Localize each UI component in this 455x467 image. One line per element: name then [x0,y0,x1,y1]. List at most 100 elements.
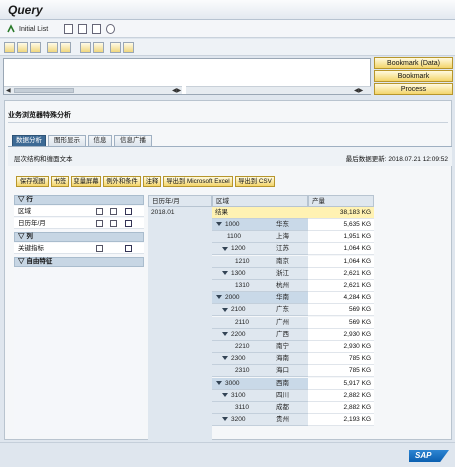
region-name: 杭州 [276,282,289,289]
expand-triangle-icon[interactable] [216,380,222,385]
expand-triangle-icon[interactable] [216,295,222,300]
redo-icon[interactable] [60,42,71,53]
bookmark-button[interactable]: Bookmark [374,70,453,82]
region-name: 海南 [276,355,289,363]
undo-icon[interactable] [47,42,58,53]
print-icon[interactable] [123,42,134,53]
horizontal-scrollbar-left[interactable] [4,86,182,94]
find-icon[interactable] [80,42,91,53]
expand-triangle-icon[interactable] [222,246,228,251]
region-cell[interactable]: 1000 华东 [212,219,308,231]
scroll-right-icon[interactable]: ◀▶ [172,87,181,94]
region-code: 3000 [216,378,239,389]
region-code-text: 2110 [235,318,249,326]
save-view-button[interactable]: 保存视图 [16,176,49,187]
region-cell[interactable]: 3000 西南 [212,377,308,390]
expand-triangle-icon[interactable] [216,222,222,227]
deselect-icon[interactable] [17,42,28,53]
settings-icon[interactable] [106,24,115,34]
expand-triangle-icon[interactable] [222,356,228,361]
region-code-text: 3110 [235,404,249,411]
export-excel-button[interactable]: 导出到 Microsoft Excel [163,176,233,187]
swap-icon[interactable] [110,208,117,215]
col-header-region[interactable]: 区域 [212,195,308,207]
title-bar: Query [0,0,455,20]
region-cell[interactable]: 1200 江苏 [212,243,308,256]
columns-header[interactable]: ▽ 列 [14,232,144,242]
initial-list-button[interactable]: Initial List [6,23,48,35]
expand-triangle-icon[interactable] [222,307,228,312]
tab-broadcast[interactable]: 信息广播 [114,135,152,146]
region-code-text: 1200 [231,245,246,253]
region-name: 贵州 [276,416,289,424]
expand-triangle-icon[interactable] [222,417,228,422]
nav-row-calendar[interactable]: 日历年/月 [14,218,144,229]
rows-header-label: 行 [26,196,33,203]
region-cell[interactable]: 2100 广东 [212,304,308,317]
process-button[interactable]: Process [374,83,453,95]
expand-triangle-icon[interactable] [222,332,228,337]
region-cell[interactable]: 3100 四川 [212,389,308,402]
tab-info[interactable]: 信息 [88,135,112,146]
tab-data-analysis[interactable]: 数据分析 [12,135,46,146]
region-code: 2000 [216,292,240,303]
region-cell[interactable]: 1300 浙江 [212,267,308,280]
expand-triangle-icon[interactable] [222,393,228,398]
output-value: 1,951 KG [308,231,374,244]
export-icon[interactable] [110,42,121,53]
variable-area[interactable]: ◀ ◀▶ ◀▶ [3,58,371,95]
region-cell[interactable]: 2300 海南 [212,353,308,366]
col-header-calendar[interactable]: 日历年/月 [148,195,212,207]
copy-icon[interactable] [78,24,87,34]
scrollbar-thumb[interactable] [14,88,74,93]
col-header-output[interactable]: 产量 [308,195,374,207]
output-value: 2,930 KG [308,341,374,353]
filter-icon[interactable] [125,245,132,252]
expand-triangle-icon[interactable] [222,271,228,276]
region-name: 江苏 [276,245,289,253]
columns-header-label: 列 [26,233,33,240]
filter-icon[interactable] [125,208,132,215]
region-cell[interactable]: 3200 贵州 [212,414,308,427]
region-code: 3100 [222,390,245,401]
region-code: 1210 [235,256,250,267]
scroll-right-icon-2[interactable]: ◀▶ [354,87,363,94]
tab-graphic[interactable]: 图形显示 [48,135,86,146]
output-value: 2,882 KG [308,402,374,414]
rows-header[interactable]: ▽ 行 [14,195,144,205]
hierarchy-icon[interactable] [96,220,103,227]
variable-screen-button[interactable]: 变量屏幕 [71,176,101,187]
paste-icon[interactable] [92,24,101,34]
output-value: 2,882 KG [308,389,374,402]
region-code-text: 2000 [225,294,240,302]
region-cell[interactable]: 2000 华南 [212,292,308,305]
output-value: 785 KG [308,365,374,378]
output-value: 2,621 KG [308,267,374,280]
nav-row-region[interactable]: 区域 [14,206,144,217]
region-code-text: 1100 [227,233,241,241]
bookmark-action-button[interactable]: 书签 [51,176,69,187]
move-up-icon[interactable] [30,42,41,53]
region-name: 上海 [276,233,289,241]
region-cell: 1210 南京 [212,255,308,268]
region-code: 3200 [222,414,245,425]
swap-icon[interactable] [110,220,117,227]
find-next-icon[interactable] [93,42,104,53]
region-code-text: 1210 [235,257,250,265]
exceptions-button[interactable]: 例外和条件 [103,176,141,187]
region-cell[interactable]: 2200 广西 [212,328,308,341]
new-page-icon[interactable] [64,24,73,34]
nav-col-keyfigures[interactable]: 关键指标 [14,243,144,254]
free-characteristics-header[interactable]: ▽ 自由特征 [14,257,144,267]
region-code-text: 1310 [235,282,250,289]
region-code-text: 2100 [231,306,246,314]
export-csv-button[interactable]: 导出到 CSV [235,176,275,187]
comments-button[interactable]: 注释 [143,176,161,187]
horizontal-scrollbar-right[interactable] [186,86,371,94]
filter-icon[interactable] [125,220,132,227]
bookmark-data-button[interactable]: Bookmark (Data) [374,57,453,69]
scroll-left-icon[interactable]: ◀ [6,87,11,94]
hierarchy-icon[interactable] [96,208,103,215]
select-all-icon[interactable] [4,42,15,53]
swap-icon[interactable] [96,245,103,252]
